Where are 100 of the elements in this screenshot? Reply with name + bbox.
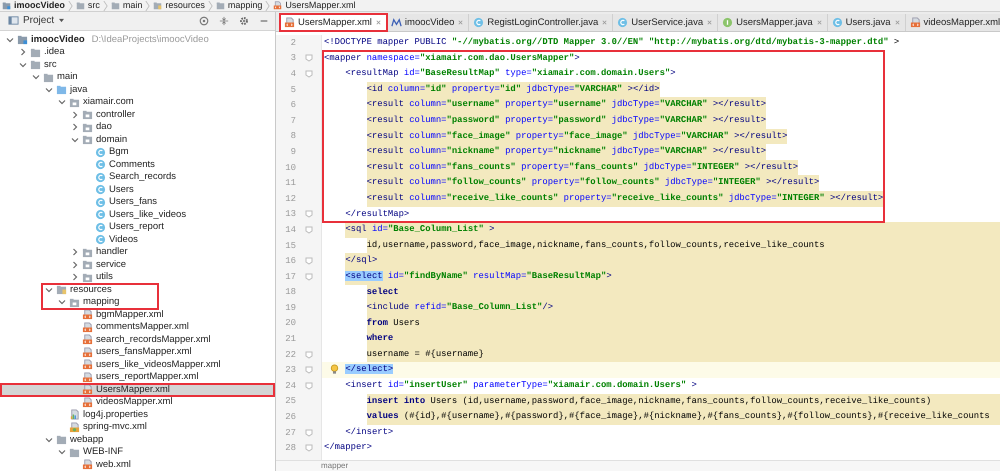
editor-tab[interactable]: UserService.java	[613, 14, 718, 31]
line-number: 11	[284, 178, 296, 188]
tree-item-label[interactable]: bgmMapper.xml	[96, 308, 164, 321]
code-line: <!DOCTYPE mapper PUBLIC "-//mybatis.org//DTD Mapper 3.0//EN" "http://mybatis.org/dtd/mybatis-3-mapper.dtd" >	[324, 36, 900, 49]
tree-item-label[interactable]: search_recordsMapper.xml	[96, 334, 211, 346]
settings-icon[interactable]	[239, 16, 249, 26]
tree-item-label[interactable]: commentsMapper.xml	[96, 321, 189, 334]
code-line: </resultMap>	[345, 208, 410, 221]
close-icon[interactable]	[816, 19, 823, 26]
tree-item-label[interactable]: UsersMapper.xml	[96, 384, 170, 396]
fold-marker-icon[interactable]	[304, 428, 312, 437]
editor-tab[interactable]: videosMapper.xml	[906, 14, 1000, 31]
tree-item-label[interactable]: Users_fans	[109, 196, 158, 208]
editor-breadcrumb[interactable]: mapper	[321, 461, 348, 470]
fold-marker-icon[interactable]	[304, 257, 312, 266]
panel-title[interactable]: Project	[23, 15, 54, 26]
xml-file-icon	[910, 17, 921, 28]
tree-item-label[interactable]: service	[96, 258, 126, 271]
caret-icon[interactable]	[58, 18, 66, 24]
fold-marker-icon[interactable]	[304, 382, 312, 390]
fold-marker-icon[interactable]	[304, 54, 312, 62]
breadcrumb-item[interactable]: src	[88, 0, 100, 11]
close-icon[interactable]	[706, 19, 714, 26]
lightbulb-icon[interactable]	[330, 364, 339, 376]
fold-marker-icon[interactable]	[304, 272, 312, 281]
folder-icon	[56, 434, 67, 446]
folder-icon	[43, 72, 54, 83]
tree-item-label[interactable]: log4j.properties	[83, 408, 148, 421]
tree-item-label[interactable]: Bgm	[109, 146, 129, 158]
editor-tab[interactable]: RegistLoginController.java	[469, 14, 614, 31]
tree-item-label[interactable]: users_reportMapper.xml	[96, 371, 198, 384]
fold-marker-icon[interactable]	[304, 226, 312, 234]
tree-item-label[interactable]: spring-mvc.xml	[83, 421, 147, 434]
editor-tab[interactable]: imoocVideo	[386, 14, 470, 31]
module-folder-icon[interactable]	[2, 1, 11, 10]
tree-item-label[interactable]: xiamair.com	[83, 96, 134, 108]
fold-marker-icon[interactable]	[304, 444, 312, 452]
line-number: 8	[290, 131, 296, 142]
folder-icon[interactable]	[110, 1, 120, 10]
xml-file-icon	[82, 322, 93, 333]
folder-icon[interactable]	[216, 1, 225, 10]
tree-item-label[interactable]: resources	[70, 284, 112, 296]
chevron-icon	[145, 0, 150, 10]
editor-tab[interactable]: UsersMapper.java	[718, 14, 828, 31]
tree-item-label[interactable]: Users_like_videos	[109, 208, 186, 221]
tree-item-label[interactable]: src	[44, 58, 57, 71]
tree-item-label[interactable]: webapp	[70, 434, 104, 446]
m-icon	[390, 17, 402, 28]
tree-item-label[interactable]: mapping	[83, 296, 120, 308]
chevron-icon	[265, 0, 270, 10]
fold-marker-icon[interactable]	[304, 350, 312, 359]
tree-item-label[interactable]: videosMapper.xml	[96, 396, 173, 408]
line-number: 25	[284, 396, 296, 406]
project-path: D:\IdeaProjects\imoocVideo	[92, 34, 209, 46]
tree-item-label[interactable]: controller	[96, 108, 136, 121]
tree-item-label[interactable]: users_fansMapper.xml	[96, 346, 192, 358]
tree-item-label[interactable]: domain	[96, 134, 128, 146]
close-icon[interactable]	[601, 19, 608, 26]
tree-item-label[interactable]: java	[70, 84, 88, 96]
fold-marker-icon[interactable]	[304, 366, 312, 374]
tree-item-label[interactable]: imoocVideo	[31, 34, 85, 46]
line-number: 14	[284, 224, 296, 235]
breadcrumb-item[interactable]: imoocVideo	[14, 0, 65, 11]
line-number: 26	[284, 412, 296, 422]
tree-item-label[interactable]: handler	[96, 246, 128, 258]
fold-marker-icon[interactable]	[304, 210, 312, 218]
class-icon	[95, 222, 106, 233]
xml-file-icon	[82, 372, 93, 383]
tree-item-label[interactable]: Users_report	[109, 221, 164, 234]
tree-item-label[interactable]: Videos	[109, 234, 138, 246]
class-icon	[832, 17, 843, 28]
tree-item-label[interactable]: Search_records	[109, 171, 176, 184]
crosshair-icon[interactable]	[199, 16, 209, 26]
tree-item-label[interactable]: utils	[96, 271, 113, 284]
tree-item-label[interactable]: main	[57, 71, 78, 84]
tree-item-label[interactable]: users_like_videosMapper.xml	[96, 358, 221, 371]
folder-icon[interactable]	[153, 1, 162, 10]
tree-item-label[interactable]: Comments	[109, 158, 155, 171]
tree-item-label[interactable]: .idea	[44, 46, 65, 58]
line-number: 22	[284, 350, 296, 360]
line-number: 19	[284, 302, 296, 313]
close-icon[interactable]	[894, 19, 901, 26]
breadcrumb-item[interactable]: mapping	[228, 0, 262, 11]
xml-file-icon	[82, 334, 93, 346]
breadcrumb-item[interactable]: main	[122, 0, 142, 11]
tree-item-label[interactable]: Users	[109, 184, 134, 196]
breadcrumb-item[interactable]: resources	[165, 0, 205, 11]
close-icon[interactable]	[457, 19, 464, 26]
xml-file-icon[interactable]	[273, 1, 282, 10]
line-number: 12	[284, 194, 296, 204]
breadcrumb-item[interactable]: UsersMapper.xml	[285, 0, 356, 11]
tree-item-label[interactable]: web.xml	[96, 458, 131, 471]
collapse-icon[interactable]	[219, 16, 229, 26]
tree-item-label[interactable]: dao	[96, 121, 112, 134]
chevron-icon	[68, 0, 73, 10]
tree-item-label[interactable]: WEB-INF	[83, 446, 124, 458]
editor-tab[interactable]: Users.java	[828, 14, 906, 31]
close-icon[interactable]	[374, 19, 382, 26]
fold-marker-icon[interactable]	[304, 70, 312, 78]
folder-icon[interactable]	[76, 1, 85, 10]
